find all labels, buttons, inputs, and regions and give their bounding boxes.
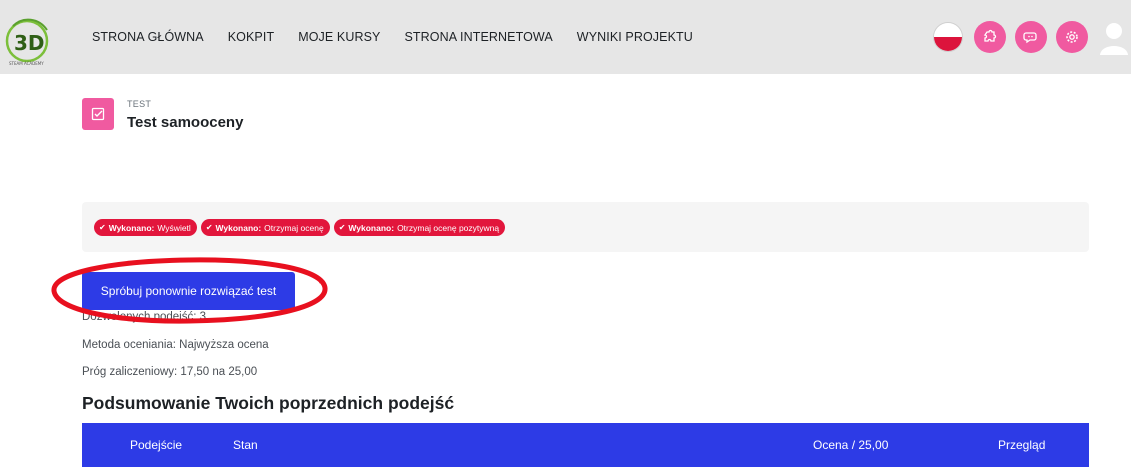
puzzle-icon[interactable] [974,21,1006,53]
completion-badge-view: ✔ Wykonano: Wyświetl [94,219,197,236]
main-menu: STRONA GŁÓWNA KOKPIT MOJE KURSY STRONA I… [92,0,717,74]
nav-website[interactable]: STRONA INTERNETOWA [404,30,552,44]
grading-method: Metoda oceniania: Najwyższa ocena [82,339,269,351]
completion-badge-receive-grade: ✔ Wykonano: Otrzymaj ocenę [200,219,330,236]
completion-badge-passing-grade: ✔ Wykonano: Otrzymaj ocenę pozytywną [333,219,506,236]
svg-text:STEAM ACADEMY: STEAM ACADEMY [9,61,44,66]
check-icon: ✔ [205,223,213,232]
completion-requirements: ✔ Wykonano: Wyświetl ✔ Wykonano: Otrzyma… [82,202,1089,252]
user-icon[interactable] [1099,19,1129,55]
svg-text:3D: 3D [14,31,45,55]
nav-dashboard[interactable]: KOKPIT [228,30,274,44]
top-navbar: 3D STEAM ACADEMY STRONA GŁÓWNA KOKPIT MO… [0,0,1131,74]
attempts-allowed: Dozwolonych podejść: 3 [82,311,207,323]
page-title: Test samooceny [127,114,244,131]
attempts-summary-heading: Podsumowanie Twoich poprzednich podejść [82,393,455,413]
gear-icon[interactable] [1056,21,1088,53]
column-header-state[interactable]: Stan [233,423,258,467]
column-header-review[interactable]: Przegląd [998,423,1045,467]
pass-threshold: Próg zaliczeniowy: 17,50 na 25,00 [82,366,258,378]
quiz-activity-icon [82,98,114,130]
retry-quiz-button[interactable]: Spróbuj ponownie rozwiązać test [82,272,295,310]
column-header-grade[interactable]: Ocena / 25,00 [813,423,888,467]
column-header-attempt[interactable]: Podejście [130,423,182,467]
activity-type-label: TEST [127,99,152,109]
poland-flag-icon[interactable] [933,22,963,52]
chat-icon[interactable] [1015,21,1047,53]
check-icon: ✔ [338,223,346,232]
nav-project-results[interactable]: WYNIKI PROJEKTU [577,30,693,44]
check-icon: ✔ [99,223,106,232]
navbar-actions [933,19,1129,55]
steam-academy-logo[interactable]: 3D STEAM ACADEMY [3,14,53,68]
attempts-table-header: Podejście Stan Ocena / 25,00 Przegląd [82,423,1089,467]
nav-home[interactable]: STRONA GŁÓWNA [92,30,204,44]
nav-my-courses[interactable]: MOJE KURSY [298,30,380,44]
